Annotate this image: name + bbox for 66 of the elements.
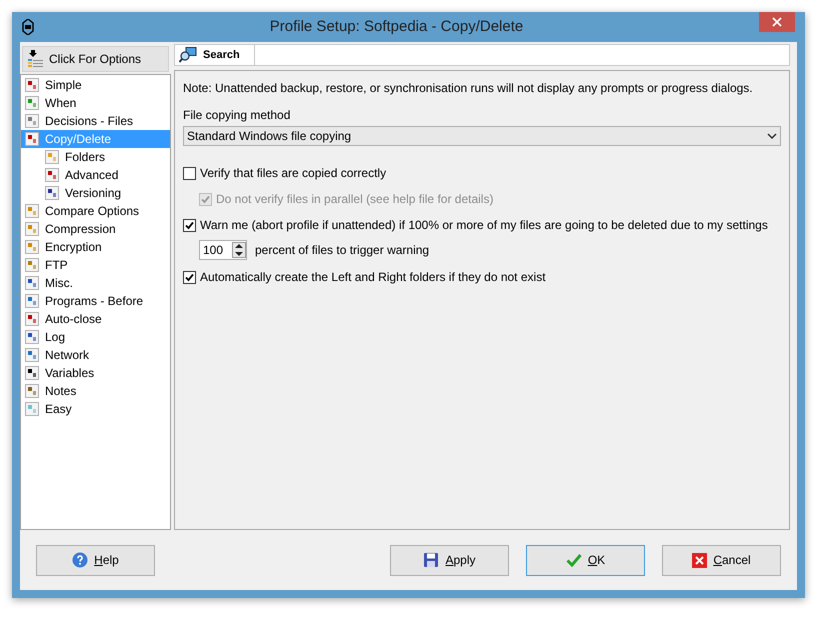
checkbox-label: Warn me (abort profile if unattended) if 100% or more of my files are going to be deleted due to my settings [200,217,768,234]
item-icon [25,258,39,272]
item-icon [25,132,39,146]
item-icon [25,402,39,416]
tree-item[interactable]: Log [21,328,170,346]
options-button[interactable]: Click For Options [22,46,169,72]
tree-item[interactable]: Easy [21,400,170,418]
tree-item[interactable]: Variables [21,364,170,382]
note-text: Note: Unattended backup, restore, or synchronisation runs will not display any prompts or progress dialogs. [183,80,754,97]
spinner-label: percent of files to trigger warning [255,242,430,259]
help-icon [72,552,88,568]
item-icon [25,276,39,290]
apply-button[interactable]: Apply [390,544,509,576]
tree-item[interactable]: Compare Options [21,202,170,220]
checkbox-label: Verify that files are copied correctly [200,165,386,182]
tree-item[interactable]: Misc. [21,274,170,292]
search-icon [179,47,197,63]
tree-item[interactable]: When [21,94,170,112]
item-icon [25,96,39,110]
window-title: Profile Setup: Softpedia - Copy/Delete [268,16,524,37]
app-icon [22,19,34,35]
checkbox-label: Automatically create the Left and Right folders if they do not exist [200,269,546,286]
item-icon [45,186,59,200]
tree-item[interactable]: Auto-close [21,310,170,328]
percent-spinner[interactable]: 100 [199,240,247,260]
close-button[interactable] [759,12,795,32]
field-label: File copying method [183,107,292,124]
chevron-down-icon [767,133,777,139]
ok-button[interactable]: OK [526,544,645,576]
close-icon [692,552,708,568]
checkbox[interactable] [183,218,196,232]
help-button[interactable]: Help [36,544,155,576]
save-icon [423,552,440,568]
tree-item[interactable]: Versioning [21,184,170,202]
tree-item[interactable]: Simple [21,76,170,94]
item-icon [25,348,39,362]
item-icon [25,204,39,218]
close-icon [772,17,782,27]
item-icon [25,114,39,128]
tree-item[interactable]: Encryption [21,238,170,256]
item-icon [25,78,39,92]
item-icon [25,366,39,380]
item-icon [25,240,39,254]
tree-item[interactable]: Decisions - Files [21,112,170,130]
item-icon [25,222,39,236]
spin-arrows-icon [232,242,246,258]
item-icon [25,330,39,344]
checkbox[interactable] [183,166,196,180]
checkbox[interactable] [183,270,196,284]
copy-method-dropdown[interactable]: Standard Windows file copying [183,126,781,146]
tree-item[interactable]: Advanced [21,166,170,184]
item-icon [25,294,39,308]
tree-item[interactable]: Compression [21,220,170,238]
checkbox-label: Do not verify files in parallel (see help file for details) [216,191,494,208]
tree-item[interactable]: Notes [21,382,170,400]
tree-item[interactable]: Programs - Before [21,292,170,310]
tree-item[interactable]: FTP [21,256,170,274]
cancel-button[interactable]: Cancel [662,544,781,576]
options-icon [27,50,43,68]
item-icon [25,384,39,398]
item-icon [45,150,59,164]
item-icon [25,312,39,326]
item-icon [45,168,59,182]
checkmark-icon [566,553,582,567]
tree-item[interactable]: Folders [21,148,170,166]
tree-item[interactable]: Network [21,346,170,364]
